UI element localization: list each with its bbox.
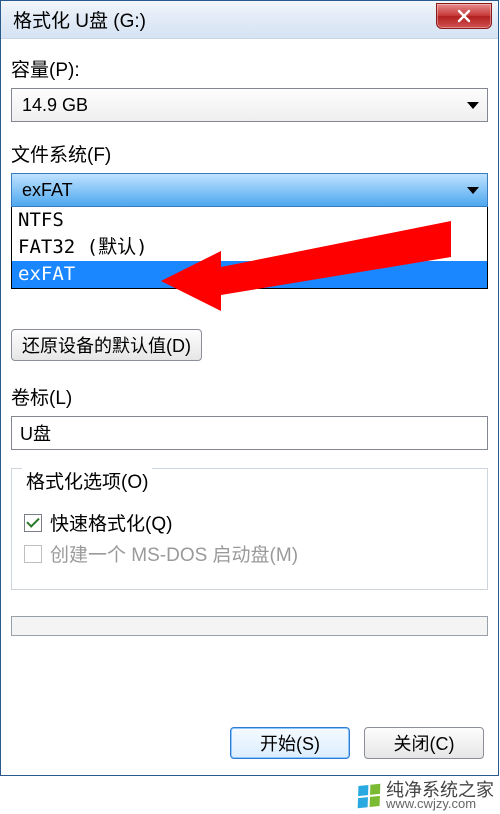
checkbox-icon <box>24 545 42 563</box>
filesystem-option[interactable]: FAT32 (默认) <box>12 234 487 261</box>
chevron-down-icon <box>467 102 479 109</box>
filesystem-dropdown: NTFS FAT32 (默认) exFAT <box>11 207 488 289</box>
progress-bar <box>11 616 488 636</box>
format-dialog: 格式化 U盘 (G:) 容量(P): 14.9 GB 文件系统(F) exFAT… <box>0 0 499 776</box>
window-title: 格式化 U盘 (G:) <box>13 6 146 33</box>
titlebar[interactable]: 格式化 U盘 (G:) <box>1 1 498 39</box>
filesystem-option[interactable]: exFAT <box>12 261 487 288</box>
footer-buttons: 开始(S) 关闭(C) <box>230 727 484 759</box>
close-button[interactable] <box>436 3 492 29</box>
close-icon <box>457 9 471 23</box>
format-options-group: 格式化选项(O) 快速格式化(Q) 创建一个 MS-DOS 启动盘(M) <box>11 468 488 590</box>
msdos-boot-label: 创建一个 MS-DOS 启动盘(M) <box>50 540 298 567</box>
close-footer-button[interactable]: 关闭(C) <box>364 727 484 759</box>
chevron-down-icon <box>467 187 479 194</box>
start-button-label: 开始(S) <box>260 730 320 756</box>
close-button-label: 关闭(C) <box>394 730 455 756</box>
watermark: 纯净系统之家 www.cwjzy.com <box>358 781 494 810</box>
client-area: 容量(P): 14.9 GB 文件系统(F) exFAT NTFS FAT32 … <box>11 49 488 765</box>
filesystem-label: 文件系统(F) <box>11 140 488 167</box>
filesystem-option[interactable]: NTFS <box>12 207 487 234</box>
checkbox-icon <box>24 514 42 532</box>
capacity-label: 容量(P): <box>11 55 488 82</box>
msdos-boot-checkbox: 创建一个 MS-DOS 启动盘(M) <box>24 540 475 567</box>
capacity-value: 14.9 GB <box>22 95 88 116</box>
restore-defaults-button[interactable]: 还原设备的默认值(D) <box>11 329 202 361</box>
restore-defaults-label: 还原设备的默认值(D) <box>22 332 191 358</box>
start-button[interactable]: 开始(S) <box>230 727 350 759</box>
volume-label-label: 卷标(L) <box>11 383 488 410</box>
filesystem-select[interactable]: exFAT <box>11 173 488 207</box>
format-options-legend: 格式化选项(O) <box>22 467 152 494</box>
quick-format-checkbox[interactable]: 快速格式化(Q) <box>24 509 475 536</box>
watermark-logo-icon <box>358 783 381 808</box>
quick-format-label: 快速格式化(Q) <box>50 509 172 536</box>
filesystem-value: exFAT <box>22 180 73 201</box>
capacity-select[interactable]: 14.9 GB <box>11 88 488 122</box>
volume-label-input[interactable] <box>11 416 488 450</box>
